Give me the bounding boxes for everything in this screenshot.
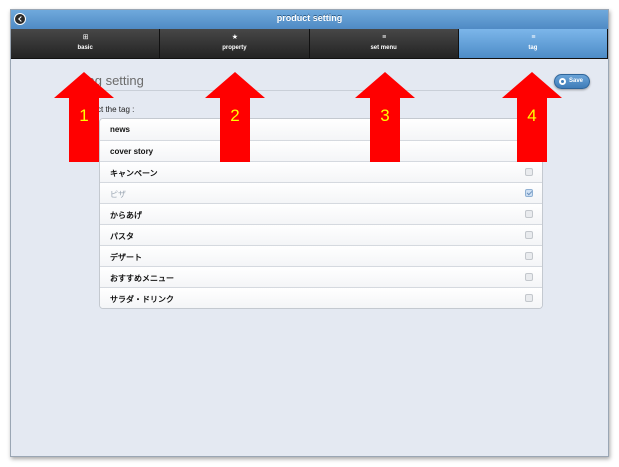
list-icon: ≡ — [531, 34, 536, 41]
tab-tag[interactable]: ≡ tag — [458, 29, 608, 59]
tab-label: property — [222, 45, 247, 51]
tag-name: からあげ — [110, 211, 142, 220]
tag-name: cover story — [110, 147, 154, 156]
tag-checkbox[interactable] — [525, 294, 533, 302]
annotation-arrow-1: 1 — [54, 72, 114, 162]
tag-checkbox[interactable] — [525, 273, 533, 281]
tag-row[interactable]: パスタ — [100, 224, 542, 245]
tab-property[interactable]: ★ property — [160, 29, 310, 59]
tag-name: おすすめメニュー — [110, 274, 174, 283]
tag-name: パスタ — [110, 232, 134, 241]
tab-label: tag — [528, 45, 538, 51]
tag-checkbox[interactable] — [525, 210, 533, 218]
annotation-arrow-2: 2 — [205, 72, 265, 162]
tab-bar: ⊞ basic ★ property ≡ set menu ≡ tag — [11, 29, 608, 59]
annotation-number: 3 — [380, 106, 390, 125]
tag-row[interactable]: キャンペーン — [100, 161, 542, 182]
tab-label: basic — [77, 45, 93, 51]
tag-row[interactable]: ピザ — [100, 182, 542, 203]
annotation-number: 4 — [527, 106, 537, 125]
tag-row[interactable]: おすすめメニュー — [100, 266, 542, 287]
grid-icon: ⊞ — [82, 34, 89, 41]
title-bar: product setting — [11, 10, 608, 30]
tag-row[interactable]: サラダ・ドリンク — [100, 287, 542, 308]
tag-checkbox[interactable] — [525, 252, 533, 260]
tag-list: news cover story キャンペーン ピザからあげパスタデザートおすすめメニ… — [99, 118, 543, 309]
window-title: product setting — [276, 13, 343, 23]
tag-checkbox[interactable] — [525, 189, 533, 197]
tag-row[interactable]: news — [100, 119, 542, 140]
star-icon: ★ — [231, 34, 239, 41]
tab-label: set menu — [370, 45, 397, 51]
annotation-arrow-4: 4 — [502, 72, 562, 162]
tag-name: ピザ — [110, 190, 126, 199]
tag-row[interactable]: cover story — [100, 140, 542, 161]
save-label: Save — [569, 78, 584, 84]
tag-name: キャンペーン — [110, 169, 158, 178]
tag-checkbox[interactable] — [525, 231, 533, 239]
annotation-number: 1 — [79, 106, 89, 125]
tag-name: デザート — [110, 253, 142, 262]
list-icon: ≡ — [382, 34, 387, 41]
divider — [81, 90, 551, 91]
annotation-arrow-3: 3 — [355, 72, 415, 162]
tab-set-menu[interactable]: ≡ set menu — [309, 29, 459, 59]
tag-name: サラダ・ドリンク — [110, 295, 174, 304]
tag-checkbox[interactable] — [525, 168, 533, 176]
tag-row[interactable]: デザート — [100, 245, 542, 266]
tag-row[interactable]: からあげ — [100, 203, 542, 224]
tab-basic[interactable]: ⊞ basic — [11, 29, 161, 59]
annotation-number: 2 — [230, 106, 240, 125]
